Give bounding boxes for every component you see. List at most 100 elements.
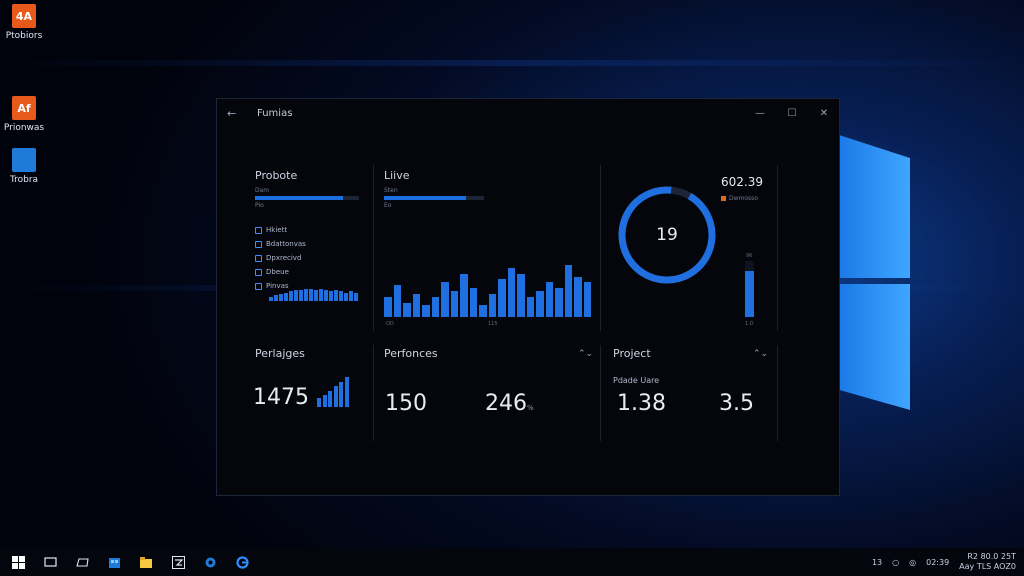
- minimize-button[interactable]: —: [755, 108, 765, 119]
- edge-browser-button[interactable]: [226, 548, 258, 576]
- project-value-a: 1.38: [617, 391, 666, 416]
- taskbar: 13 ○ ◎ 02:39 R2 80.0 25T Aay TLS AOZ0: [0, 548, 1024, 576]
- chart-bar: [517, 273, 525, 317]
- chart-bar: [334, 290, 338, 301]
- chart-bar: [322, 395, 327, 407]
- chart-bar: [317, 397, 321, 407]
- chart-bar: [344, 292, 348, 301]
- store-button[interactable]: [98, 548, 130, 576]
- divider: [600, 345, 601, 441]
- chart-bar: [344, 377, 349, 407]
- back-arrow-icon[interactable]: ←: [227, 107, 243, 120]
- desktop-icon-2[interactable]: Af Prionwas: [0, 96, 48, 133]
- chart-bar: [479, 305, 487, 317]
- product-list-item[interactable]: Hkiett: [255, 223, 363, 237]
- tray-time[interactable]: 02:39: [926, 558, 949, 567]
- chart-bar: [545, 282, 553, 317]
- chart-bar: [274, 295, 278, 301]
- products-list: Hkiett Bdattonvas Dpxrecivd Dbeue Pinvas: [255, 223, 363, 293]
- chart-bar: [304, 289, 308, 301]
- vertical-bar-track: [745, 261, 754, 317]
- dashboard-window: ← Fumias — ☐ ✕ Probote Dam Pio Hkiett Bda…: [216, 98, 840, 496]
- panel-title: Perfonces: [384, 347, 438, 360]
- chat-button[interactable]: [66, 548, 98, 576]
- clock-line-1: R2 80.0 25T: [967, 552, 1016, 561]
- line-panel: Liive Sten Eo OD 115: [384, 169, 594, 329]
- volume-icon[interactable]: ◎: [909, 558, 916, 567]
- gauge-panel: 19 602.39 Dwmosso 96 1.D: [609, 169, 775, 329]
- list-item-icon: [255, 254, 262, 262]
- chart-bar: [393, 285, 401, 317]
- list-item-label: Dpxrecivd: [266, 254, 302, 262]
- chart-bar: [279, 293, 283, 301]
- chart-bar: [294, 290, 298, 301]
- chart-bar: [583, 282, 591, 317]
- packages-mini-chart: [317, 375, 349, 407]
- folder-icon: [12, 148, 36, 172]
- chart-bar: [284, 292, 288, 301]
- windows-logo-wallpaper: [836, 118, 916, 428]
- app-icon: 4A: [12, 4, 36, 28]
- chart-bar: [488, 293, 496, 317]
- products-panel: Probote Dam Pio Hkiett Bdattonvas Dpxreciv…: [255, 169, 363, 319]
- product-list-item[interactable]: Bdattonvas: [255, 237, 363, 251]
- app-icon: Af: [12, 96, 36, 120]
- axis-label: OD: [386, 321, 394, 327]
- list-item-icon: [255, 282, 262, 290]
- panel-title: Probote: [255, 169, 298, 182]
- tray-text: 13: [871, 557, 883, 567]
- chart-bar: [324, 290, 328, 301]
- panel-sub-label: Sten: [384, 187, 398, 194]
- product-list-item[interactable]: Dbeue: [255, 265, 363, 279]
- chart-bar: [329, 291, 333, 301]
- file-explorer-button[interactable]: [130, 548, 162, 576]
- chart-bar: [574, 276, 582, 317]
- desktop-icon-label: Ptobiors: [5, 31, 43, 41]
- desktop-icon-label: Prionwas: [3, 123, 45, 133]
- chart-bar: [469, 288, 477, 317]
- chart-bar: [349, 291, 353, 301]
- chart-bar: [450, 291, 458, 317]
- close-button[interactable]: ✕: [819, 108, 829, 119]
- app-button[interactable]: [162, 548, 194, 576]
- panel-title: Liive: [384, 169, 410, 182]
- chart-bar: [526, 296, 534, 317]
- list-item-label: Dbeue: [266, 268, 289, 276]
- chart-bar: [422, 305, 430, 317]
- legend-swatch: [721, 196, 726, 201]
- bar-top-label: 96: [746, 253, 753, 259]
- background-streak: [0, 60, 1024, 66]
- divider: [600, 165, 601, 331]
- performance-value-a: 150: [385, 391, 427, 416]
- gear-icon: [205, 557, 215, 567]
- collapse-chevron-icon[interactable]: ⌃⌄: [578, 349, 593, 359]
- chart-bar: [319, 289, 323, 301]
- clock[interactable]: R2 80.0 25T Aay TLS AOZ0: [959, 552, 1016, 572]
- product-list-item[interactable]: Dpxrecivd: [255, 251, 363, 265]
- title-bar[interactable]: ← Fumias — ☐ ✕: [217, 99, 839, 127]
- chart-bar: [498, 279, 506, 317]
- chart-bar: [339, 291, 343, 301]
- divider: [373, 165, 374, 331]
- list-item-icon: [255, 226, 262, 234]
- maximize-button[interactable]: ☐: [787, 108, 797, 119]
- network-icon[interactable]: ○: [892, 558, 899, 567]
- desktop-icon-1[interactable]: 4A Ptobiors: [0, 4, 48, 41]
- start-button[interactable]: [2, 548, 34, 576]
- gauge-value: 19: [656, 225, 678, 245]
- chat-icon: [75, 557, 89, 567]
- desktop-icon-3[interactable]: Trobra: [0, 148, 48, 185]
- app-icon: [171, 555, 185, 569]
- windows-start-icon: [11, 555, 25, 569]
- chart-bar: [309, 289, 313, 301]
- collapse-chevron-icon[interactable]: ⌃⌄: [753, 349, 768, 359]
- axis-label: 115: [488, 321, 498, 327]
- performance-value-b: 246%: [485, 391, 534, 416]
- settings-app-button[interactable]: [194, 548, 226, 576]
- chart-bar: [339, 381, 343, 407]
- chart-bar: [289, 291, 293, 301]
- chart-bar: [314, 290, 318, 301]
- task-view-button[interactable]: [34, 548, 66, 576]
- value-number: 246: [485, 391, 527, 416]
- packages-value: 1475: [253, 385, 309, 410]
